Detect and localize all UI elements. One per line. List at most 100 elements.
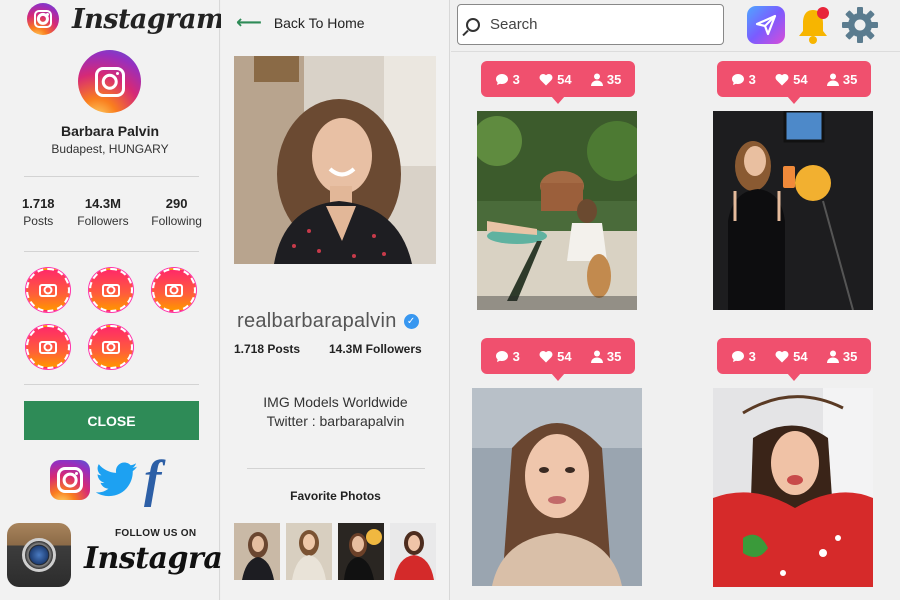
- username: realbarbarapalvin ✓: [237, 310, 419, 333]
- stat-value: 14.3M: [84, 196, 121, 211]
- bio-line: Twitter : barbarapalvin: [266, 413, 405, 429]
- follower-count[interactable]: 35: [826, 348, 858, 364]
- top-bar: [451, 0, 900, 52]
- back-label: Back To Home: [273, 14, 365, 31]
- comment-value: 3: [512, 71, 520, 87]
- bio-line: IMG Models Worldwide: [263, 394, 408, 410]
- favorite-photos: [234, 523, 436, 580]
- stats-bubble: 3 54 35: [717, 61, 871, 104]
- brand-header[interactable]: Instagram: [27, 3, 225, 35]
- verified-badge-icon: ✓: [403, 314, 419, 329]
- stat-following[interactable]: 290 Following: [151, 196, 202, 228]
- search-input[interactable]: [490, 16, 710, 33]
- favorite-photo[interactable]: [390, 523, 436, 580]
- comment-icon: [495, 350, 508, 362]
- stats-bubble: 3 54 35: [481, 338, 635, 381]
- username-text: realbarbarapalvin: [237, 310, 397, 332]
- like-value: 54: [793, 348, 808, 364]
- divider: [247, 468, 425, 469]
- twitter-icon[interactable]: [96, 461, 138, 499]
- social-links: f: [50, 454, 161, 506]
- stat-label: Posts: [23, 214, 54, 228]
- posts-count: 1.718 Posts: [234, 342, 301, 356]
- back-to-home-link[interactable]: ⟵ Back To Home: [236, 12, 365, 33]
- feed-photo[interactable]: [472, 388, 642, 586]
- favorite-photo[interactable]: [338, 523, 384, 580]
- camera-icon[interactable]: [26, 268, 70, 312]
- follower-value: 35: [842, 348, 858, 364]
- comment-count[interactable]: 3: [495, 72, 520, 87]
- top-actions: [747, 5, 879, 45]
- comment-value: 3: [748, 71, 756, 87]
- user-icon: [826, 350, 839, 363]
- like-value: 54: [557, 71, 572, 87]
- divider: [24, 251, 199, 252]
- feed-photo[interactable]: [477, 111, 637, 310]
- like-count[interactable]: 54: [775, 71, 808, 87]
- camera-icon[interactable]: [26, 325, 70, 369]
- like-count[interactable]: 54: [775, 348, 808, 364]
- divider: [24, 176, 199, 177]
- stat-label: Following: [151, 214, 202, 228]
- stat-value: 1.718: [22, 196, 55, 211]
- gear-icon[interactable]: [841, 6, 879, 44]
- stat-value: 290: [165, 196, 188, 211]
- follower-value: 35: [606, 71, 622, 87]
- close-button[interactable]: CLOSE: [24, 401, 199, 440]
- feed-photo[interactable]: [713, 111, 873, 310]
- like-count[interactable]: 54: [539, 71, 572, 87]
- profile-photo[interactable]: [234, 56, 436, 264]
- camera-icon[interactable]: [152, 268, 196, 312]
- search-bar[interactable]: [457, 4, 724, 45]
- follower-count[interactable]: 35: [826, 71, 858, 87]
- followers-count: 14.3M Followers: [329, 342, 422, 356]
- follower-count[interactable]: 35: [590, 348, 622, 364]
- stats-bubble: 3 54 35: [481, 61, 635, 104]
- like-value: 54: [793, 71, 808, 87]
- comment-count[interactable]: 3: [731, 349, 756, 364]
- arrow-left-icon: ⟵: [236, 12, 262, 32]
- stat-followers[interactable]: 14.3M Followers: [77, 196, 128, 228]
- user-icon: [590, 350, 603, 363]
- divider: [24, 384, 199, 385]
- favorite-photo[interactable]: [286, 523, 332, 580]
- comment-count[interactable]: 3: [731, 72, 756, 87]
- search-icon: [466, 17, 480, 32]
- facebook-icon[interactable]: f: [144, 454, 161, 506]
- instagram-logo-icon: [27, 3, 59, 35]
- profile-sidebar: Instagram Barbara Palvin Budapest, HUNGA…: [0, 0, 254, 600]
- send-icon[interactable]: [747, 6, 785, 44]
- follower-value: 35: [606, 348, 622, 364]
- follow-us-label: FOLLOW US ON: [115, 528, 197, 539]
- stat-posts[interactable]: 1.718 Posts: [22, 196, 55, 228]
- heart-icon: [539, 350, 553, 362]
- instagram-icon[interactable]: [50, 460, 90, 500]
- like-count[interactable]: 54: [539, 349, 572, 364]
- stats-bubble: 3 54 35: [717, 338, 871, 381]
- camera-icon[interactable]: [89, 268, 133, 312]
- comment-icon: [731, 73, 744, 85]
- favorites-title: Favorite Photos: [290, 489, 381, 503]
- user-icon: [590, 73, 603, 86]
- feed-panel: 3 54 35 3 54: [451, 0, 900, 600]
- feed-photo[interactable]: [713, 388, 873, 587]
- bio: IMG Models Worldwide Twitter : barbarapa…: [221, 393, 450, 431]
- heart-icon: [775, 350, 789, 362]
- user-icon: [826, 73, 839, 86]
- profile-detail: ⟵ Back To Home realbarbarapalvin ✓ 1.718…: [221, 0, 450, 600]
- follower-count[interactable]: 35: [590, 71, 622, 87]
- camera-icon[interactable]: [89, 325, 133, 369]
- instagram-camera-logo: [7, 523, 71, 587]
- comment-icon: [495, 73, 508, 85]
- stat-label: Followers: [77, 214, 129, 228]
- bell-icon[interactable]: [794, 5, 832, 45]
- comment-value: 3: [748, 348, 756, 364]
- avatar[interactable]: [78, 50, 141, 113]
- heart-icon: [539, 73, 553, 85]
- favorite-photo[interactable]: [234, 523, 280, 580]
- comment-count[interactable]: 3: [495, 349, 520, 364]
- comment-value: 3: [512, 348, 520, 364]
- follower-value: 35: [842, 71, 858, 87]
- profile-name: Barbara Palvin: [60, 123, 160, 139]
- brand-name: Instagram: [72, 3, 225, 35]
